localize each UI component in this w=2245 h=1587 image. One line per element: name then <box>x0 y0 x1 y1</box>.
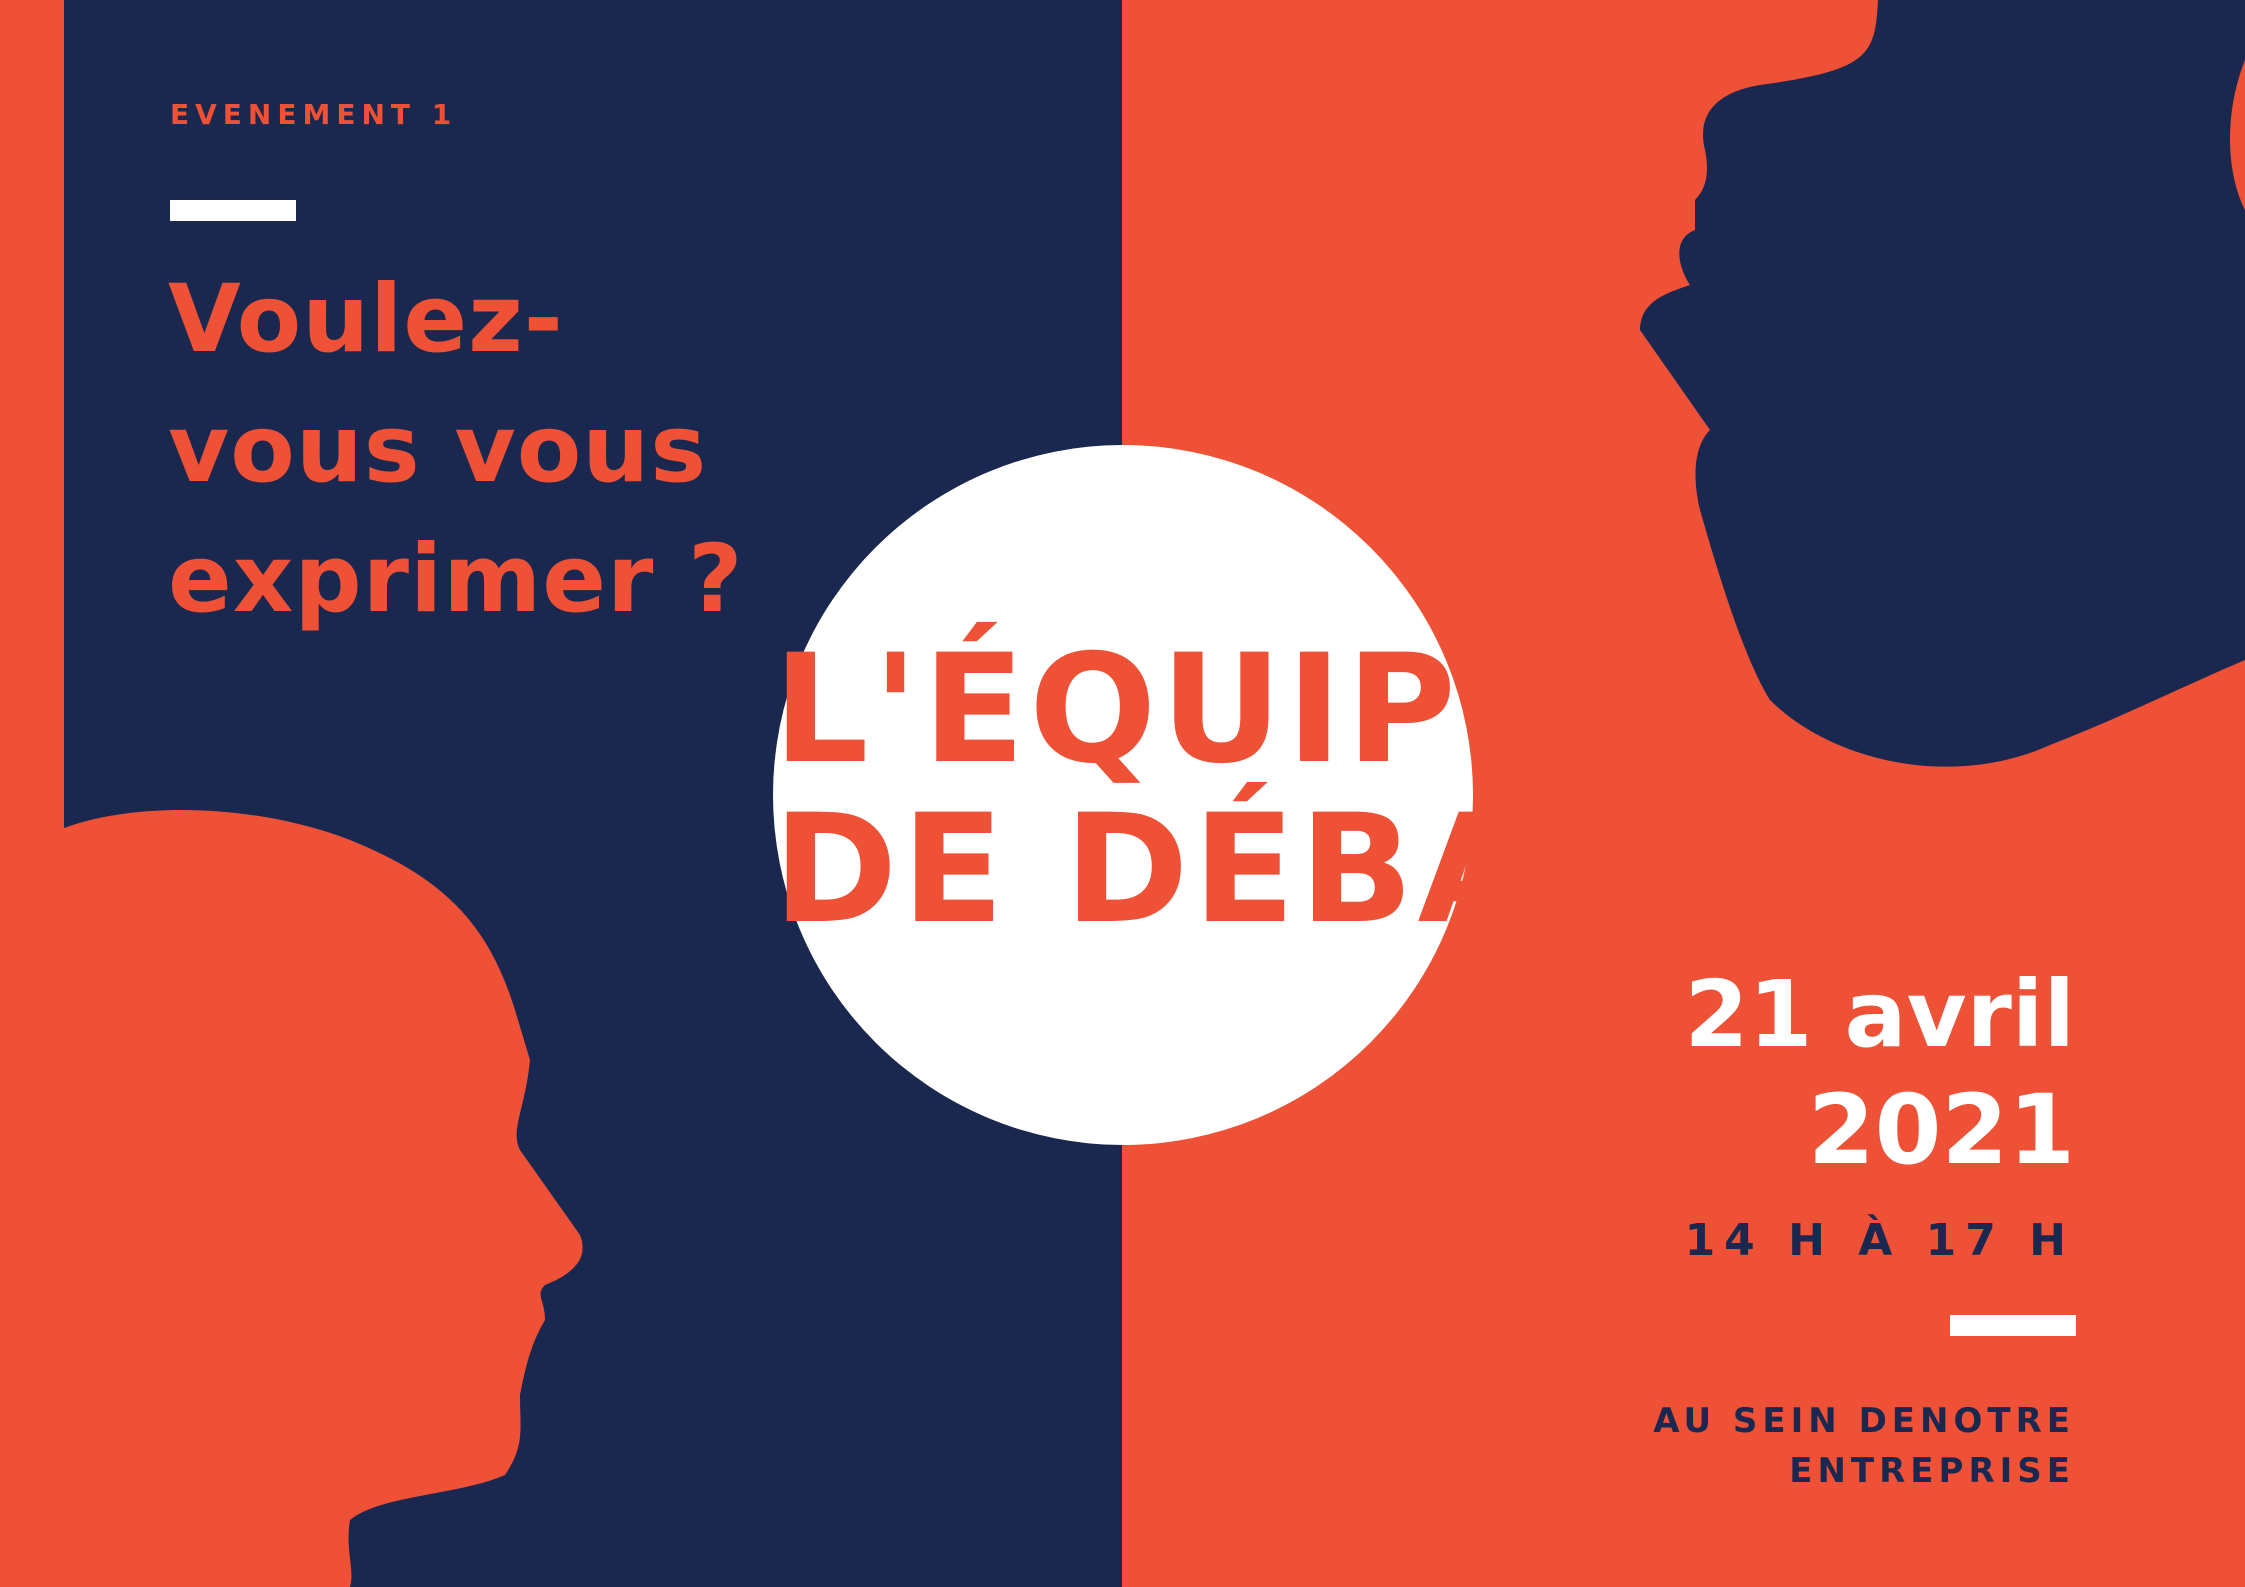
headline-question: Voulez- vous vous exprimer ? <box>168 255 744 645</box>
title-line: DE DÉBAT <box>773 783 1633 957</box>
headline-line: Voulez- <box>168 265 564 374</box>
title-line: L'ÉQUIPE <box>773 623 1567 797</box>
event-time: 14 H À 17 H <box>1684 1215 2075 1266</box>
headline-line: exprimer ? <box>168 525 744 634</box>
event-date-day-month: 21 avril <box>1684 961 2075 1068</box>
headline-line: vous vous <box>168 395 708 504</box>
event-date-year: 2021 <box>1807 1074 2075 1186</box>
divider-rule-top <box>170 200 296 221</box>
profile-silhouette-left <box>64 809 583 1587</box>
event-venue: AU SEIN DENOTRE ENTREPRISE <box>1653 1396 2075 1496</box>
profile-silhouette-right <box>1640 0 2245 767</box>
event-title: L'ÉQUIPE DE DÉBAT <box>773 623 1633 957</box>
venue-line: ENTREPRISE <box>1789 1451 2075 1491</box>
venue-line: AU SEIN DENOTRE <box>1653 1401 2075 1441</box>
divider-rule-bottom <box>1950 1315 2076 1336</box>
event-label: EVENEMENT 1 <box>170 98 458 131</box>
